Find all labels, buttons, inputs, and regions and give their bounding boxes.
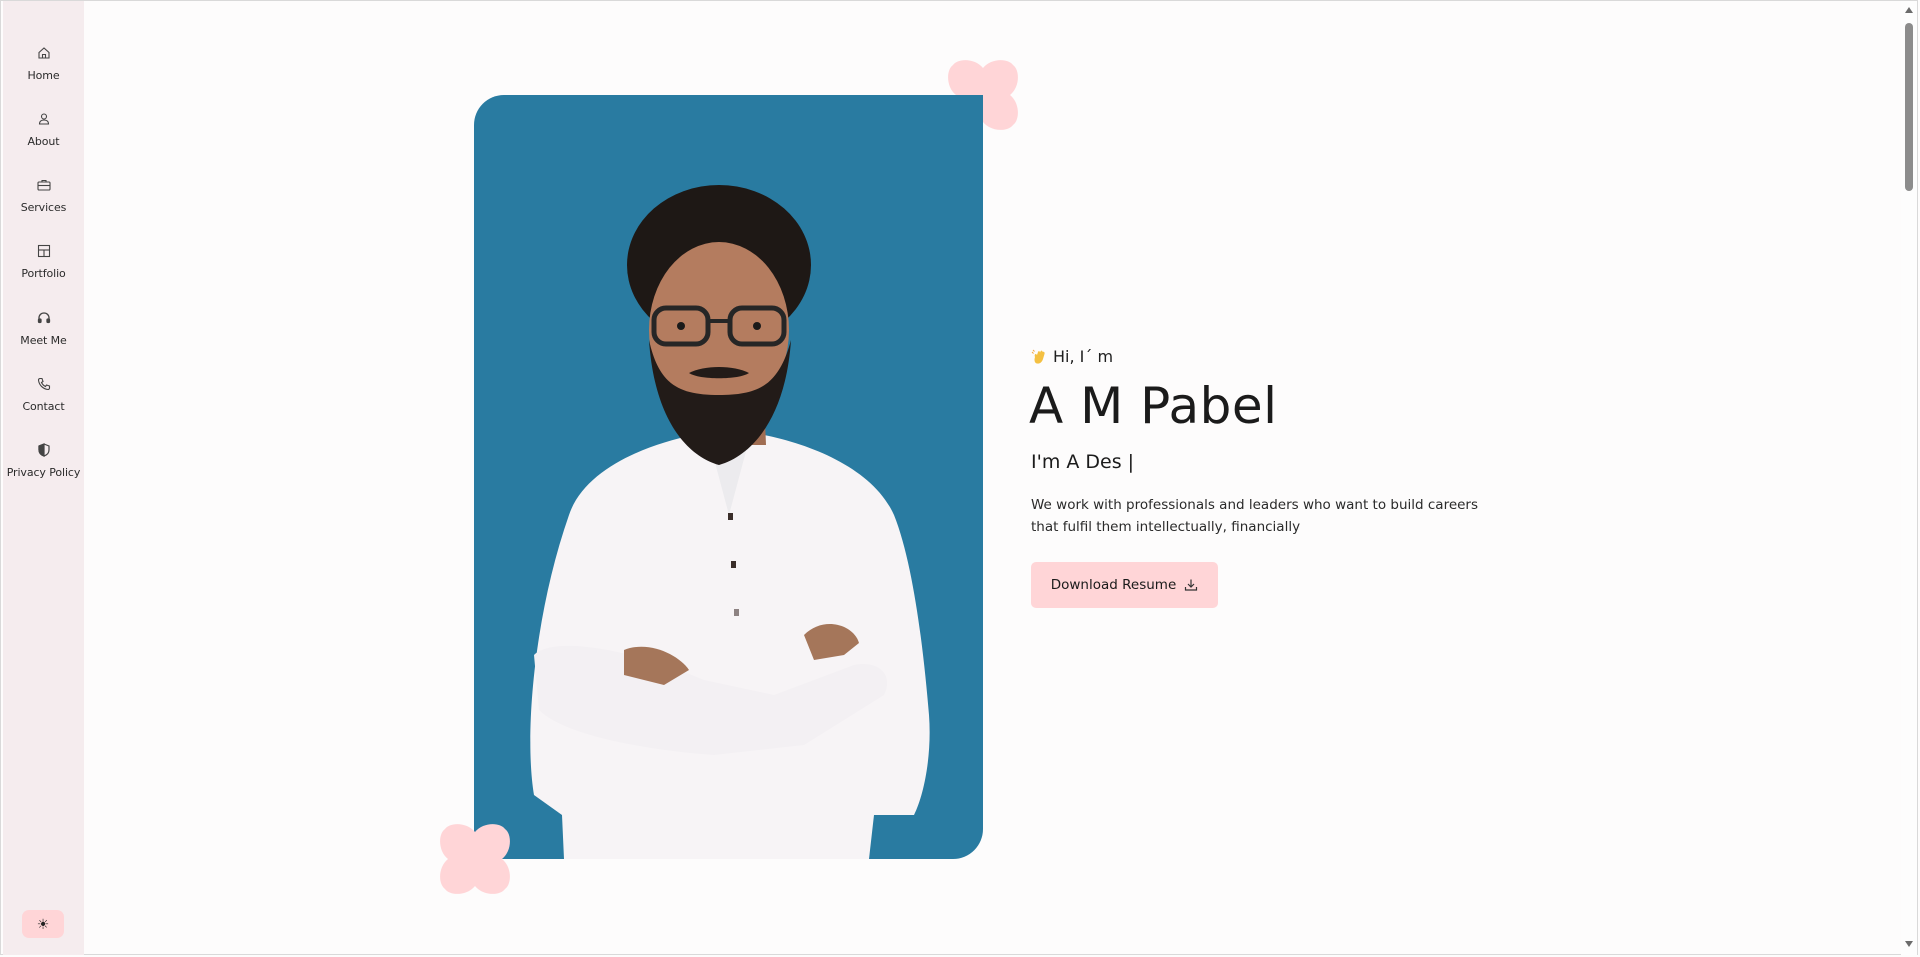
hero-name: A M Pabel	[1029, 377, 1278, 435]
sidebar-item-privacy-policy[interactable]: Privacy Policy	[3, 442, 84, 498]
sidebar-item-label: About	[27, 135, 60, 148]
user-icon	[38, 113, 49, 125]
download-icon	[1185, 579, 1198, 591]
sidebar-item-label: Portfolio	[21, 267, 66, 280]
sidebar-item-home[interactable]: Home	[3, 45, 84, 101]
scroll-thumb[interactable]	[1905, 23, 1913, 191]
headset-icon	[37, 312, 50, 324]
sidebar-item-label: Services	[20, 201, 67, 214]
hero-role: I'm A Des |	[1031, 451, 1135, 473]
home-icon	[37, 47, 50, 59]
greeting-text: Hi, I´ m	[1053, 347, 1114, 366]
sidebar-item-label: Privacy Policy	[6, 466, 81, 479]
sidebar-item-services[interactable]: Services	[3, 177, 84, 233]
sun-icon: ☀	[36, 915, 50, 932]
sidebar-item-label: Meet Me	[20, 334, 67, 347]
sidebar-item-about[interactable]: About	[3, 111, 84, 167]
sidebar: Home About Services Portfolio Meet Me Co…	[3, 1, 84, 955]
waving-hand-icon	[1031, 349, 1045, 364]
decorative-blob-bottom	[440, 824, 510, 894]
sidebar-item-portfolio[interactable]: Portfolio	[3, 243, 84, 299]
scroll-up-arrow[interactable]	[1905, 7, 1913, 13]
scroll-down-arrow[interactable]	[1905, 941, 1913, 947]
page-scrollbar[interactable]	[1901, 1, 1917, 955]
sidebar-item-label: Home	[27, 69, 60, 82]
layout-icon	[37, 244, 50, 258]
download-resume-button[interactable]: Download Resume	[1031, 562, 1218, 608]
sidebar-item-meet-me[interactable]: Meet Me	[3, 310, 84, 366]
sidebar-item-contact[interactable]: Contact	[3, 376, 84, 432]
briefcase-icon	[36, 179, 51, 191]
download-resume-label: Download Resume	[1050, 577, 1177, 593]
phone-icon	[37, 377, 50, 391]
theme-toggle-button[interactable]: ☀	[22, 910, 64, 938]
portrait-illustration	[530, 185, 930, 859]
shield-icon	[37, 443, 50, 457]
profile-photo	[474, 95, 983, 859]
sidebar-item-label: Contact	[22, 400, 65, 413]
hero-bio: We work with professionals and leaders w…	[1031, 497, 1479, 535]
greeting: Hi, I´ m	[1031, 347, 1113, 366]
